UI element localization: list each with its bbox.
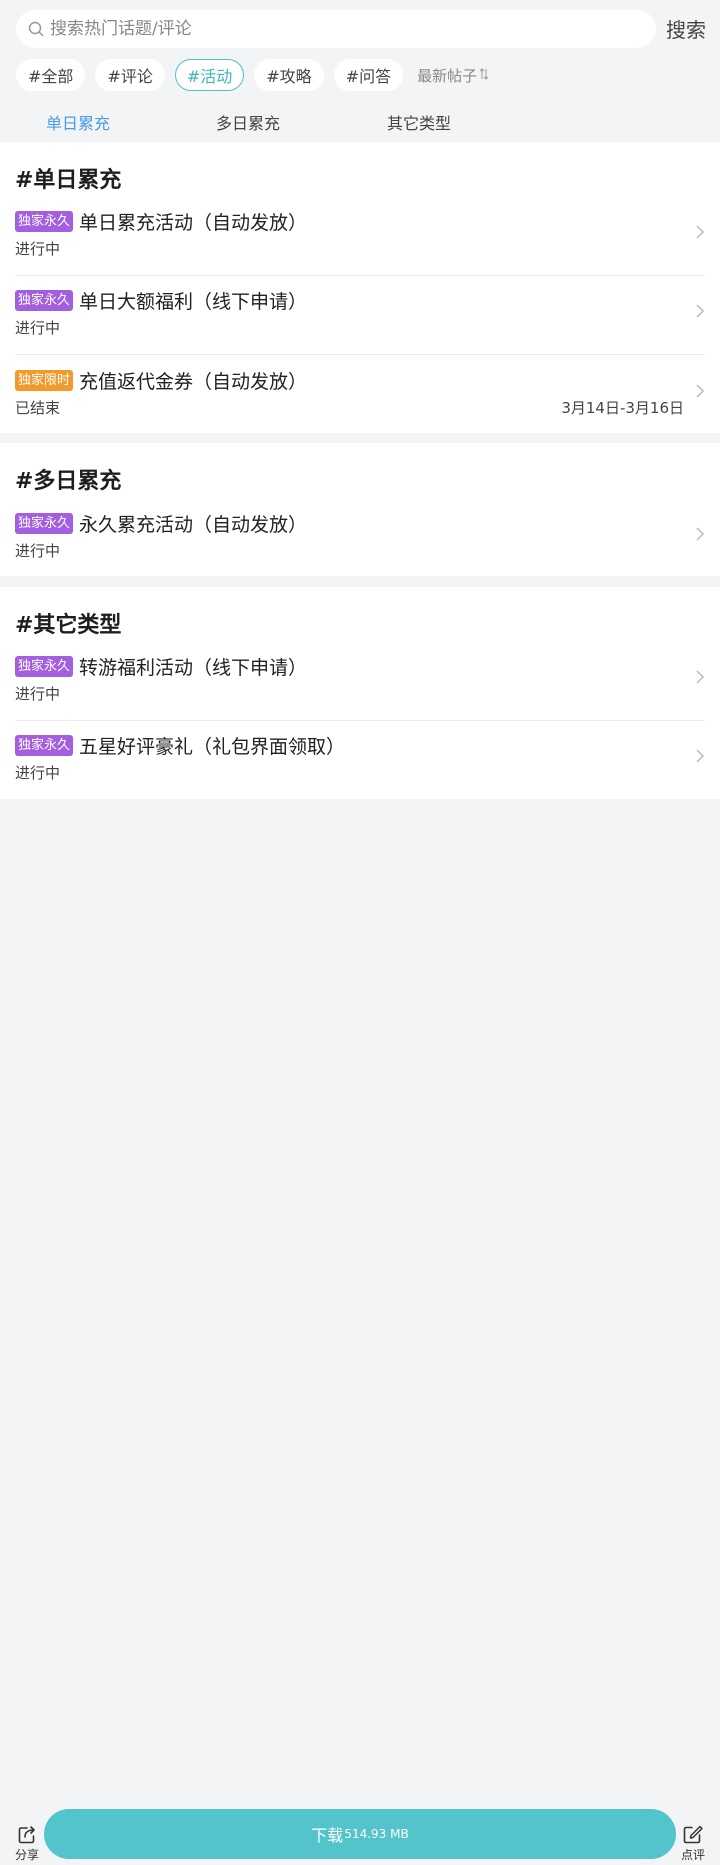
badge: 独家限时 <box>15 369 74 391</box>
badge: 独家永久 <box>15 655 74 677</box>
item-header: 独家永久 永久累充活动（自动发放） <box>15 510 307 536</box>
section-other: #其它类型 独家永久 转游福利活动（线下申请） 进行中 独家永久 五星好评豪礼（… <box>0 587 720 799</box>
section-title: #单日累充 <box>15 168 122 193</box>
chip-activity[interactable]: #活动 <box>174 59 245 91</box>
chip-guide[interactable]: #攻略 <box>254 59 324 91</box>
item-title: 单日累充活动（自动发放） <box>79 211 308 234</box>
section-multi-day: #多日累充 独家永久 永久累充活动（自动发放） 进行中 <box>0 443 720 576</box>
item-status: 进行中 <box>15 542 61 560</box>
chevron-right-icon <box>696 384 705 398</box>
sort-arrows-icon <box>479 66 489 84</box>
item-title: 充值返代金券（自动发放） <box>79 370 308 393</box>
item-status: 进行中 <box>15 764 61 782</box>
badge: 独家永久 <box>15 512 74 534</box>
chip-qa[interactable]: #问答 <box>333 59 404 91</box>
search-button[interactable]: 搜索 <box>666 14 706 43</box>
item-title: 转游福利活动（线下申请） <box>79 656 308 679</box>
section-title: #其它类型 <box>15 613 122 638</box>
item-date: 3月14日-3月16日 <box>561 399 684 417</box>
download-button[interactable]: 下载 514.93 MB <box>44 1809 676 1859</box>
bottom-bar: 分享 下载 514.93 MB 点评 <box>0 1805 720 1865</box>
share-label: 分享 <box>14 1848 39 1862</box>
item-header: 独家永久 转游福利活动（线下申请） <box>15 653 307 679</box>
chevron-right-icon <box>696 225 705 239</box>
item-title: 五星好评豪礼（礼包界面领取） <box>79 735 346 758</box>
item-header: 独家限时 充值返代金券（自动发放） <box>15 367 307 393</box>
chevron-right-icon <box>696 527 705 541</box>
chevron-right-icon <box>696 304 705 318</box>
tab-other[interactable]: 其它类型 <box>387 110 451 134</box>
share-icon <box>18 1826 35 1844</box>
search-icon <box>28 20 46 38</box>
item-header: 独家永久 单日累充活动（自动发放） <box>15 208 307 234</box>
tab-single-day[interactable]: 单日累充 <box>46 110 110 134</box>
search-input[interactable] <box>50 19 630 39</box>
list-item[interactable]: 独家永久 永久累充活动（自动发放） 进行中 <box>0 510 720 588</box>
divider <box>15 275 705 276</box>
list-item[interactable]: 独家限时 充值返代金券（自动发放） 已结束 3月14日-3月16日 <box>0 367 720 445</box>
topic-chips: #全部 #评论 #活动 #攻略 #问答 最新帖子 <box>16 58 489 92</box>
sub-tabs: 单日累充 多日累充 其它类型 <box>0 104 720 140</box>
chip-comment[interactable]: #评论 <box>95 59 165 91</box>
download-label: 下载 <box>311 1826 344 1845</box>
sort-label: 最新帖子 <box>417 66 478 85</box>
item-header: 独家永久 五星好评豪礼（礼包界面领取） <box>15 732 345 758</box>
list-item[interactable]: 独家永久 五星好评豪礼（礼包界面领取） 进行中 <box>0 732 720 810</box>
item-title: 永久累充活动（自动发放） <box>79 513 308 536</box>
badge: 独家永久 <box>15 289 74 311</box>
chevron-right-icon <box>696 749 705 763</box>
section-title: #多日累充 <box>15 469 122 494</box>
review-button[interactable]: 点评 <box>678 1825 708 1863</box>
badge: 独家永久 <box>15 734 74 756</box>
item-title: 单日大额福利（线下申请） <box>79 290 308 313</box>
edit-icon <box>683 1825 703 1844</box>
sort-button[interactable]: 最新帖子 <box>417 65 489 86</box>
share-button[interactable]: 分享 <box>12 1825 42 1863</box>
item-status: 进行中 <box>15 240 61 258</box>
item-status: 已结束 <box>15 399 61 417</box>
item-status: 进行中 <box>15 319 61 337</box>
item-header: 独家永久 单日大额福利（线下申请） <box>15 287 307 313</box>
tab-multi-day[interactable]: 多日累充 <box>216 110 280 134</box>
item-status: 进行中 <box>15 685 61 703</box>
chevron-right-icon <box>696 670 705 684</box>
divider <box>15 354 705 355</box>
search-row: 搜索 <box>0 0 720 58</box>
review-label: 点评 <box>680 1848 705 1862</box>
search-box[interactable] <box>16 10 656 48</box>
chip-all[interactable]: #全部 <box>16 59 86 91</box>
divider <box>15 720 705 721</box>
section-single-day: #单日累充 独家永久 单日累充活动（自动发放） 进行中 独家永久 单日大额福利（… <box>0 142 720 433</box>
badge: 独家永久 <box>15 210 74 232</box>
download-size: 514.93 MB <box>344 1827 409 1841</box>
